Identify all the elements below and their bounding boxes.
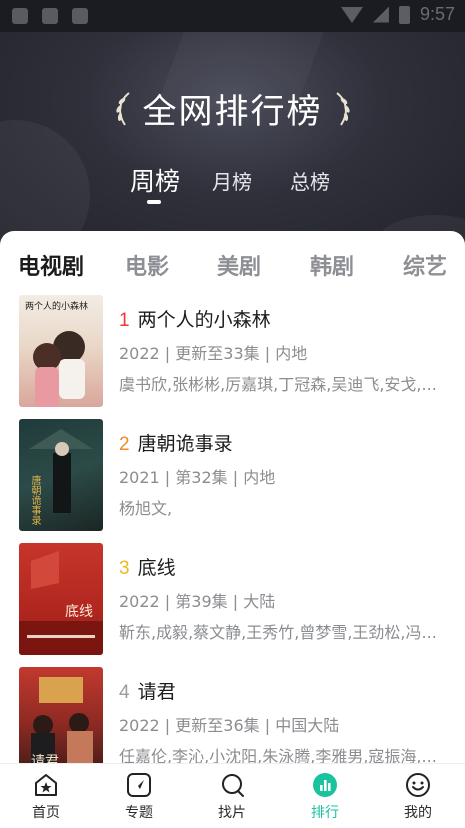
page-title-wrap: 全网排行榜 — [0, 84, 465, 133]
signal-icon — [372, 6, 389, 23]
item-title: 两个人的小森林 — [137, 309, 271, 331]
ranking-card: 电视剧 电影 美剧 韩剧 综艺 两个人的小森林 1 两个人的小森林 2022 |… — [0, 231, 465, 828]
rank-number: 3 — [119, 558, 130, 579]
nav-topics[interactable]: 专题 — [109, 772, 169, 822]
item-cast: 杨旭文, — [119, 499, 173, 518]
item-title: 请君 — [137, 681, 176, 703]
period-tabs: 周榜 月榜 总榜 — [0, 160, 465, 210]
category-tv[interactable]: 电视剧 — [18, 249, 84, 281]
search-icon — [222, 774, 244, 797]
mail-icon — [42, 8, 58, 24]
nav-label: 找片 — [218, 805, 246, 821]
tab-monthly[interactable]: 月榜 — [212, 166, 252, 195]
page-title: 全网排行榜 — [142, 92, 323, 132]
item-cast: 虞书欣,张彬彬,厉嘉琪,丁冠森,吴迪飞,安戈,... — [119, 375, 437, 394]
nav-label: 专题 — [125, 805, 153, 821]
home-icon — [35, 774, 57, 796]
rank-number: 2 — [119, 434, 130, 455]
category-k-drama[interactable]: 韩剧 — [310, 249, 354, 281]
item-title: 底线 — [137, 557, 176, 579]
battery-icon — [398, 5, 410, 24]
category-movie[interactable]: 电影 — [125, 249, 169, 281]
rank-number: 1 — [119, 310, 130, 331]
item-cast: 靳东,成毅,蔡文静,王秀竹,曾梦雪,王劲松,冯... — [119, 623, 437, 642]
ranking-header: 9:57 全网排行榜 周榜 月榜 总榜 — [0, 0, 465, 250]
notification-icon — [12, 8, 28, 24]
poster-image: 唐朝诡事录 — [19, 419, 103, 531]
laurel-right-icon — [335, 91, 350, 126]
item-meta: 2022 | 第39集 | 大陆 — [119, 592, 276, 611]
tab-all-time[interactable]: 总榜 — [290, 166, 330, 195]
poster-image: 两个人的小森林 — [19, 295, 103, 407]
nav-label: 首页 — [32, 805, 60, 821]
list-item[interactable]: 底线 3 底线 2022 | 第39集 | 大陆 靳东,成毅,蔡文静,王秀竹,曾… — [0, 543, 465, 657]
poster-image: 底线 — [19, 543, 103, 655]
tab-active-indicator — [147, 200, 161, 204]
poster-caption: 底线 — [65, 604, 93, 620]
wifi-icon — [340, 6, 363, 23]
rank-number: 4 — [119, 682, 130, 703]
item-title: 唐朝诡事录 — [137, 433, 233, 455]
bottom-nav: 首页 专题 找片 排行 我的 — [0, 763, 465, 828]
item-meta: 2021 | 第32集 | 内地 — [119, 468, 276, 487]
status-time: 9:57 — [419, 4, 455, 24]
status-bar: 9:57 — [0, 0, 465, 32]
category-us-drama[interactable]: 美剧 — [217, 249, 261, 281]
category-tabs: 电视剧 电影 美剧 韩剧 综艺 — [0, 249, 465, 281]
poster-caption: 两个人的小森林 — [25, 302, 89, 312]
poster-art — [19, 551, 103, 655]
nav-label: 排行 — [311, 805, 339, 821]
list-item[interactable]: 唐朝诡事录 2 唐朝诡事录 2021 | 第32集 | 内地 杨旭文, — [0, 419, 465, 533]
profile-icon — [406, 773, 430, 797]
tab-weekly[interactable]: 周榜 — [130, 162, 180, 198]
item-meta: 2022 | 更新至36集 | 中国大陆 — [119, 716, 340, 735]
app-icon — [72, 8, 88, 24]
nav-label: 我的 — [404, 805, 432, 821]
ranking-icon — [313, 773, 337, 797]
poster-caption: 唐朝诡事录 — [29, 475, 40, 525]
nav-profile[interactable]: 我的 — [388, 772, 448, 822]
item-meta: 2022 | 更新至33集 | 内地 — [119, 344, 308, 363]
category-variety[interactable]: 综艺 — [403, 249, 447, 281]
nav-search[interactable]: 找片 — [202, 772, 262, 822]
laurel-left-icon — [115, 91, 130, 126]
nav-ranking[interactable]: 排行 — [295, 772, 355, 822]
topic-icon — [127, 773, 151, 797]
nav-home[interactable]: 首页 — [16, 772, 76, 822]
list-item[interactable]: 两个人的小森林 1 两个人的小森林 2022 | 更新至33集 | 内地 虞书欣… — [0, 295, 465, 409]
